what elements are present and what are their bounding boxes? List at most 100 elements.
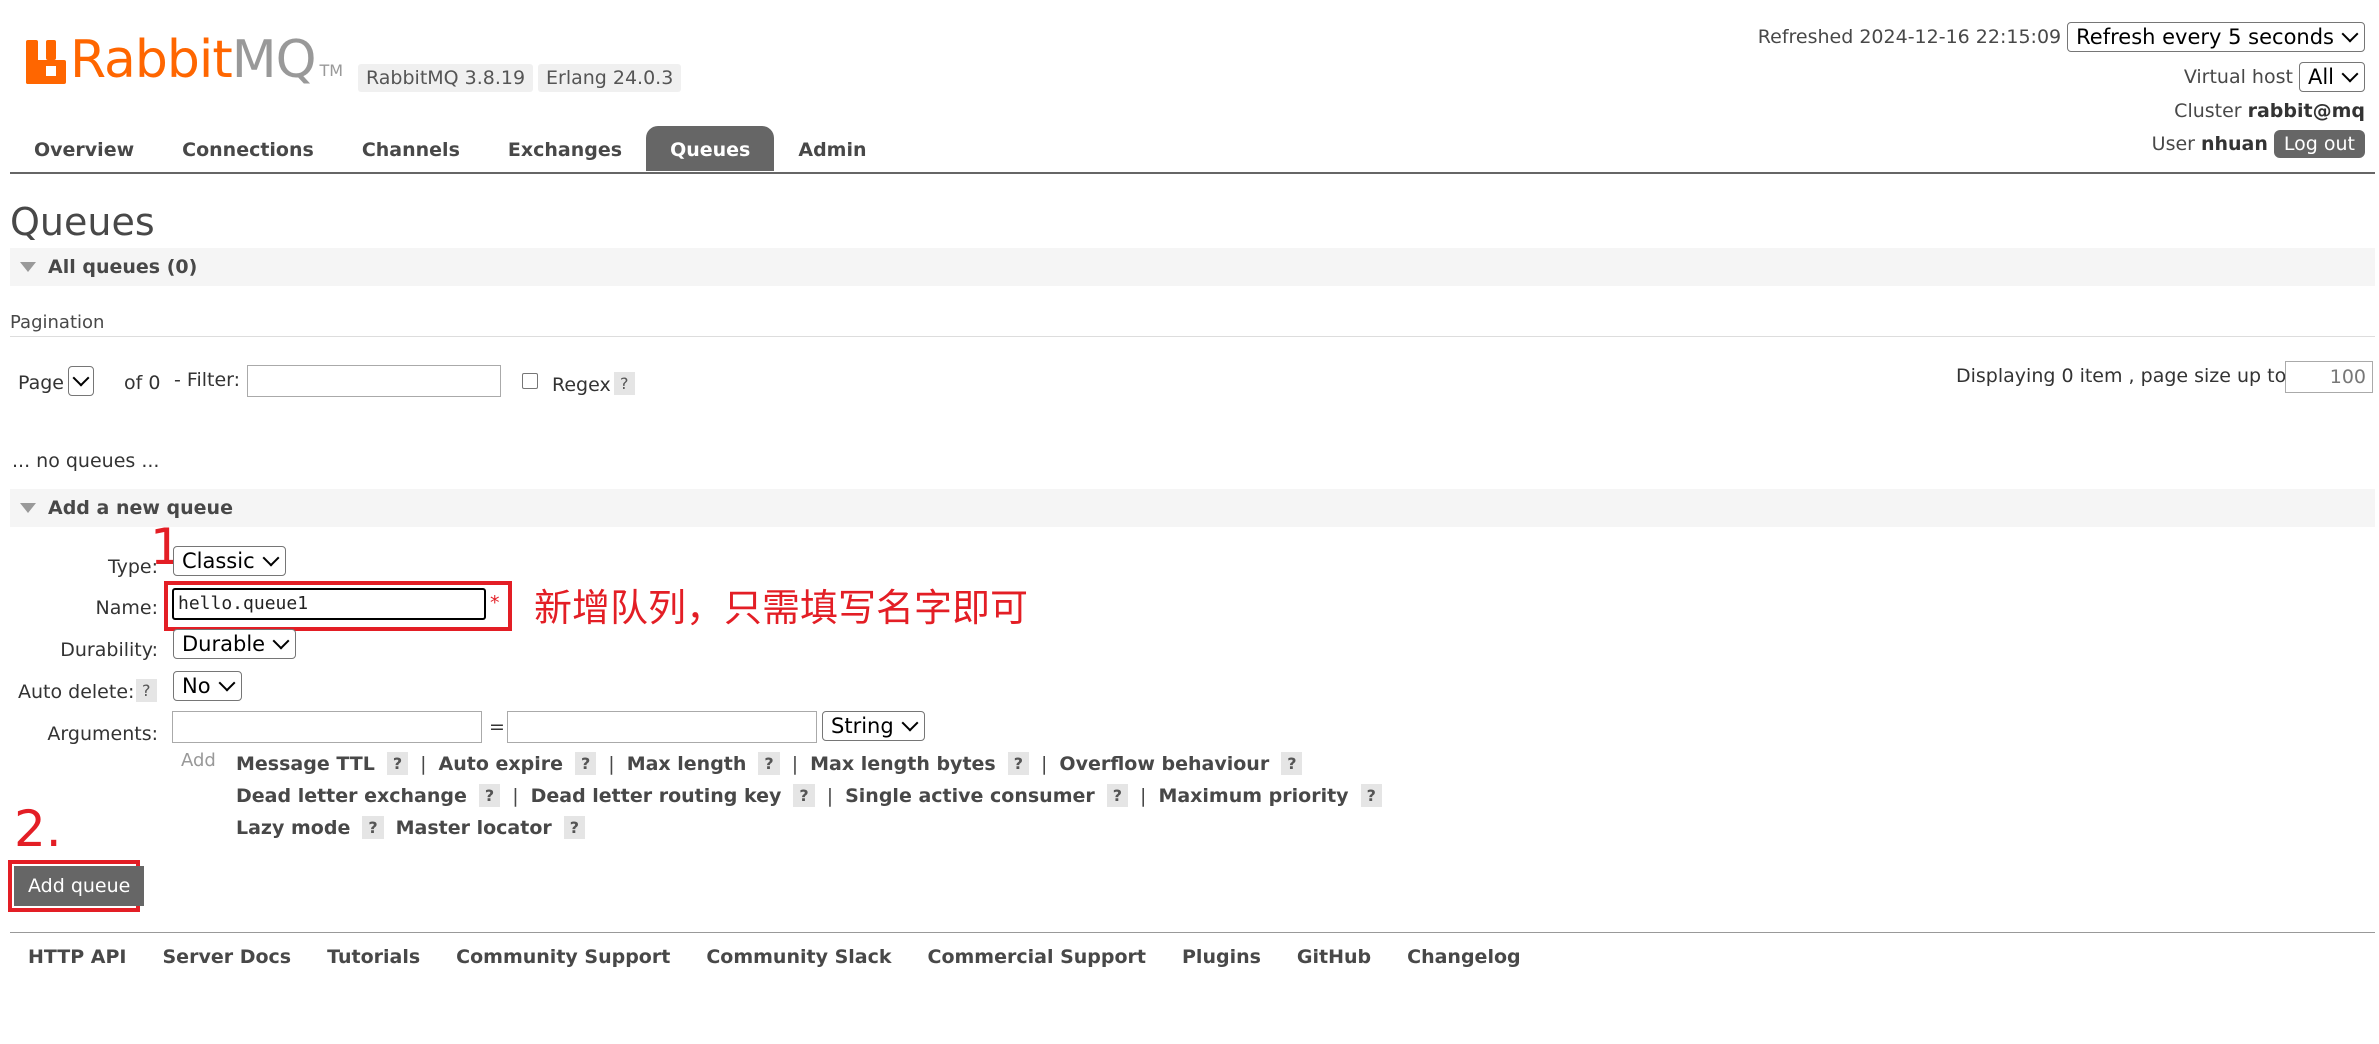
separator: |: [1140, 784, 1147, 807]
help-icon[interactable]: ?: [793, 784, 815, 807]
page-title: Queues: [10, 200, 155, 244]
user-name: nhuan: [2200, 133, 2268, 155]
page-label: Page: [18, 372, 64, 394]
help-icon[interactable]: ?: [758, 752, 780, 775]
page-of-label: of 0: [124, 372, 161, 394]
chevron-down-icon: [2341, 25, 2359, 43]
regex-label: Regex: [552, 374, 611, 396]
footer-link-plugins[interactable]: Plugins: [1182, 946, 1261, 968]
footer-link-server-docs[interactable]: Server Docs: [163, 946, 292, 968]
help-icon[interactable]: ?: [1281, 752, 1303, 775]
arg-dead-letter-exchange[interactable]: Dead letter exchange: [236, 785, 467, 807]
argument-value-input[interactable]: [507, 711, 817, 743]
auto-delete-label: Auto delete:: [18, 681, 135, 703]
footer-link-commercial-support[interactable]: Commercial Support: [928, 946, 1147, 968]
arg-maximum-priority[interactable]: Maximum priority: [1158, 785, 1348, 807]
argument-type-select[interactable]: String: [822, 711, 925, 741]
user-row: User nhuan Log out: [2152, 130, 2365, 158]
footer-link-http-api[interactable]: HTTP API: [28, 946, 127, 968]
arg-max-length[interactable]: Max length: [627, 753, 747, 775]
argument-type-value: String: [831, 714, 894, 738]
tab-overview[interactable]: Overview: [10, 126, 158, 171]
help-icon[interactable]: ?: [386, 752, 409, 775]
help-icon[interactable]: ?: [1360, 784, 1382, 807]
regex-checkbox[interactable]: [522, 373, 538, 389]
refresh-row: Refreshed 2024-12-16 22:15:09 Refresh ev…: [1758, 22, 2365, 52]
arg-auto-expire[interactable]: Auto expire: [439, 753, 564, 775]
page-select[interactable]: [68, 366, 94, 396]
separator: |: [826, 784, 834, 807]
arg-lazy-mode[interactable]: Lazy mode: [236, 817, 350, 839]
arg-dead-letter-routing-key[interactable]: Dead letter routing key: [531, 785, 782, 807]
rabbit-logo-icon: [26, 40, 66, 84]
tab-channels[interactable]: Channels: [338, 126, 484, 171]
help-icon[interactable]: ?: [575, 752, 597, 775]
chevron-down-icon: [2341, 65, 2359, 83]
cluster-row: Cluster rabbit@mq: [2174, 100, 2365, 122]
argument-shortcuts-row-3: Lazy mode ? Master locator ?: [236, 816, 586, 839]
argument-shortcuts-row-1: Message TTL ? | Auto expire ? | Max leng…: [236, 752, 1303, 775]
rabbitmq-version-badge: RabbitMQ 3.8.19: [358, 64, 534, 92]
collapse-triangle-icon: [20, 503, 36, 513]
argument-key-input[interactable]: [172, 711, 482, 743]
arg-message-ttl[interactable]: Message TTL: [236, 753, 375, 775]
logo-word-mq: MQ: [231, 30, 317, 90]
type-label: Type:: [107, 556, 158, 578]
separator: |: [420, 752, 427, 775]
erlang-version-badge: Erlang 24.0.3: [538, 64, 682, 92]
equals-sign: =: [489, 716, 505, 738]
annotation-step-2: 2.: [14, 800, 62, 858]
durability-select[interactable]: Durable: [173, 629, 297, 659]
arg-max-length-bytes[interactable]: Max length bytes: [810, 753, 996, 775]
logo-word-rabbit: Rabbit: [70, 30, 233, 90]
chevron-down-icon: [218, 674, 236, 692]
arguments-label: Arguments:: [47, 723, 158, 745]
help-icon[interactable]: ?: [1007, 752, 1030, 775]
refresh-interval-select[interactable]: Refresh every 5 seconds: [2067, 22, 2365, 52]
durability-value: Durable: [182, 632, 266, 656]
queue-name-input[interactable]: hello.queue1: [172, 588, 486, 620]
footer-link-tutorials[interactable]: Tutorials: [327, 946, 420, 968]
auto-delete-select[interactable]: No: [173, 671, 242, 701]
arg-overflow-behaviour[interactable]: Overflow behaviour: [1059, 753, 1269, 775]
arg-single-active-consumer[interactable]: Single active consumer: [845, 785, 1095, 807]
tab-connections[interactable]: Connections: [158, 126, 338, 171]
footer-link-github[interactable]: GitHub: [1297, 946, 1371, 968]
help-icon[interactable]: ?: [478, 784, 501, 807]
help-icon[interactable]: ?: [362, 816, 384, 839]
tab-exchanges[interactable]: Exchanges: [484, 126, 646, 171]
vhost-value: All: [2307, 65, 2334, 89]
tab-admin[interactable]: Admin: [774, 126, 890, 171]
filter-label: - Filter:: [174, 369, 241, 391]
vhost-label: Virtual host: [2183, 66, 2293, 88]
filter-input[interactable]: [247, 365, 501, 397]
auto-delete-value: No: [182, 674, 211, 698]
queue-type-select[interactable]: Classic: [173, 546, 286, 576]
tab-queues[interactable]: Queues: [646, 126, 775, 171]
auto-delete-help-icon[interactable]: ?: [136, 679, 157, 702]
logout-button[interactable]: Log out: [2273, 130, 2365, 158]
add-queue-heading: Add a new queue: [48, 497, 233, 519]
pagination-heading: Pagination: [10, 312, 105, 333]
separator: |: [608, 752, 615, 775]
argument-shortcuts-row-2: Dead letter exchange ? | Dead letter rou…: [236, 784, 1382, 807]
add-queue-button[interactable]: Add queue: [14, 866, 145, 906]
regex-help-icon[interactable]: ?: [614, 372, 635, 395]
queue-type-value: Classic: [182, 549, 255, 573]
help-icon[interactable]: ?: [1106, 784, 1129, 807]
footer-link-changelog[interactable]: Changelog: [1407, 946, 1520, 968]
user-label: User: [2151, 133, 2195, 155]
footer-link-community-support[interactable]: Community Support: [456, 946, 670, 968]
no-queues-text: ... no queues ...: [12, 450, 160, 472]
annotation-note: 新增队列，只需填写名字即可: [534, 586, 1029, 630]
vhost-select[interactable]: All: [2298, 62, 2365, 92]
chevron-down-icon: [262, 549, 280, 567]
all-queues-section-toggle[interactable]: All queues (0): [10, 248, 2375, 286]
add-queue-section-toggle[interactable]: Add a new queue: [10, 489, 2375, 527]
cluster-label: Cluster: [2174, 100, 2242, 122]
footer-link-community-slack[interactable]: Community Slack: [706, 946, 891, 968]
arg-master-locator[interactable]: Master locator: [396, 817, 552, 839]
page-size-input[interactable]: 100: [2285, 361, 2373, 393]
cluster-name: rabbit@mq: [2247, 100, 2365, 122]
help-icon[interactable]: ?: [563, 816, 586, 839]
